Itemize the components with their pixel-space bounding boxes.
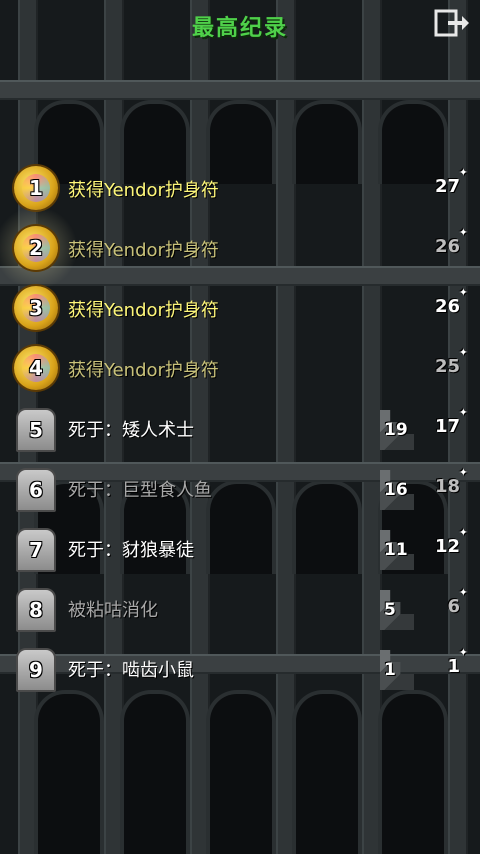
level-value: 26 [434,236,460,257]
depth-value: 5 [384,600,396,620]
rank-number: 6 [29,478,43,502]
rank-number: 8 [29,598,43,622]
level-value: 18 [434,476,460,497]
tombstone-icon: 6 [16,468,56,512]
rank-number: 4 [29,356,43,380]
record-row[interactable]: 6 死于：巨型食人鱼 16 18 ✦ [0,460,480,520]
level-value: 1 [447,656,460,677]
sparkle-icon: ✦ [458,226,468,239]
rank-number: 7 [29,538,43,562]
depth-indicator: 5 [380,590,420,632]
depth-indicator: 16 [380,470,420,512]
hero-level: 1 ✦ [447,646,468,677]
rank-number: 5 [29,418,43,442]
level-value: 12 [434,536,460,557]
record-description: 被粘咕消化 [68,600,158,621]
sparkle-icon: ✦ [458,166,468,179]
record-description: 死于：啮齿小鼠 [68,660,194,681]
hero-level: 6 ✦ [447,586,468,617]
hero-level: 18 ✦ [434,466,468,497]
record-row[interactable]: 8 被粘咕消化 5 6 ✦ [0,580,480,640]
depth-value: 16 [384,480,408,500]
amulet-icon: 4 [14,346,58,390]
depth-value: 1 [384,660,396,680]
level-value: 27 [434,176,460,197]
record-description: 获得Yendor护身符 [68,300,219,321]
record-row[interactable]: 9 死于：啮齿小鼠 1 1 ✦ [0,640,480,700]
tombstone-icon: 9 [16,648,56,692]
sparkle-icon: ✦ [458,286,468,299]
hero-level: 27 ✦ [434,166,468,197]
sparkle-icon: ✦ [458,346,468,359]
hero-level: 26 ✦ [434,226,468,257]
exit-icon [434,9,469,37]
record-description: 获得Yendor护身符 [68,240,219,261]
amulet-icon: 1 [14,166,58,210]
level-value: 17 [434,416,460,437]
hero-level: 25 ✦ [434,346,468,377]
record-row[interactable]: 3 获得Yendor护身符 26 ✦ [0,280,480,340]
level-value: 25 [434,356,460,377]
depth-indicator: 1 [380,650,420,692]
tombstone-icon: 7 [16,528,56,572]
record-description: 获得Yendor护身符 [68,180,219,201]
hero-level: 26 ✦ [434,286,468,317]
depth-value: 19 [384,420,408,440]
record-description: 死于：矮人术士 [68,420,194,441]
rank-number: 1 [29,176,43,200]
hero-level: 12 ✦ [434,526,468,557]
record-description: 死于：巨型食人鱼 [68,480,212,501]
depth-value: 11 [384,540,408,560]
sparkle-icon: ✦ [458,526,468,539]
depth-indicator: 11 [380,530,420,572]
record-row[interactable]: 1 获得Yendor护身符 27 ✦ [0,160,480,220]
level-value: 26 [434,296,460,317]
page-title: 最高纪录 [191,16,288,41]
hero-level: 17 ✦ [434,406,468,437]
exit-button[interactable] [434,8,470,38]
tombstone-icon: 8 [16,588,56,632]
rank-number: 3 [29,296,43,320]
record-row[interactable]: 7 死于：豺狼暴徒 11 12 ✦ [0,520,480,580]
depth-indicator: 19 [380,410,420,452]
sparkle-icon: ✦ [458,646,468,659]
rank-number: 2 [29,236,43,260]
record-description: 死于：豺狼暴徒 [68,540,194,561]
record-row[interactable]: 4 获得Yendor护身符 25 ✦ [0,340,480,400]
record-row[interactable]: 5 死于：矮人术士 19 17 ✦ [0,400,480,460]
record-description: 获得Yendor护身符 [68,360,219,381]
rank-number: 9 [29,658,43,682]
level-value: 6 [447,596,460,617]
amulet-icon: 3 [14,286,58,330]
sparkle-icon: ✦ [458,406,468,419]
sparkle-icon: ✦ [458,586,468,599]
record-row[interactable]: 2 获得Yendor护身符 26 ✦ [0,206,480,290]
amulet-icon: 2 [14,226,58,270]
tombstone-icon: 5 [16,408,56,452]
sparkle-icon: ✦ [458,466,468,479]
